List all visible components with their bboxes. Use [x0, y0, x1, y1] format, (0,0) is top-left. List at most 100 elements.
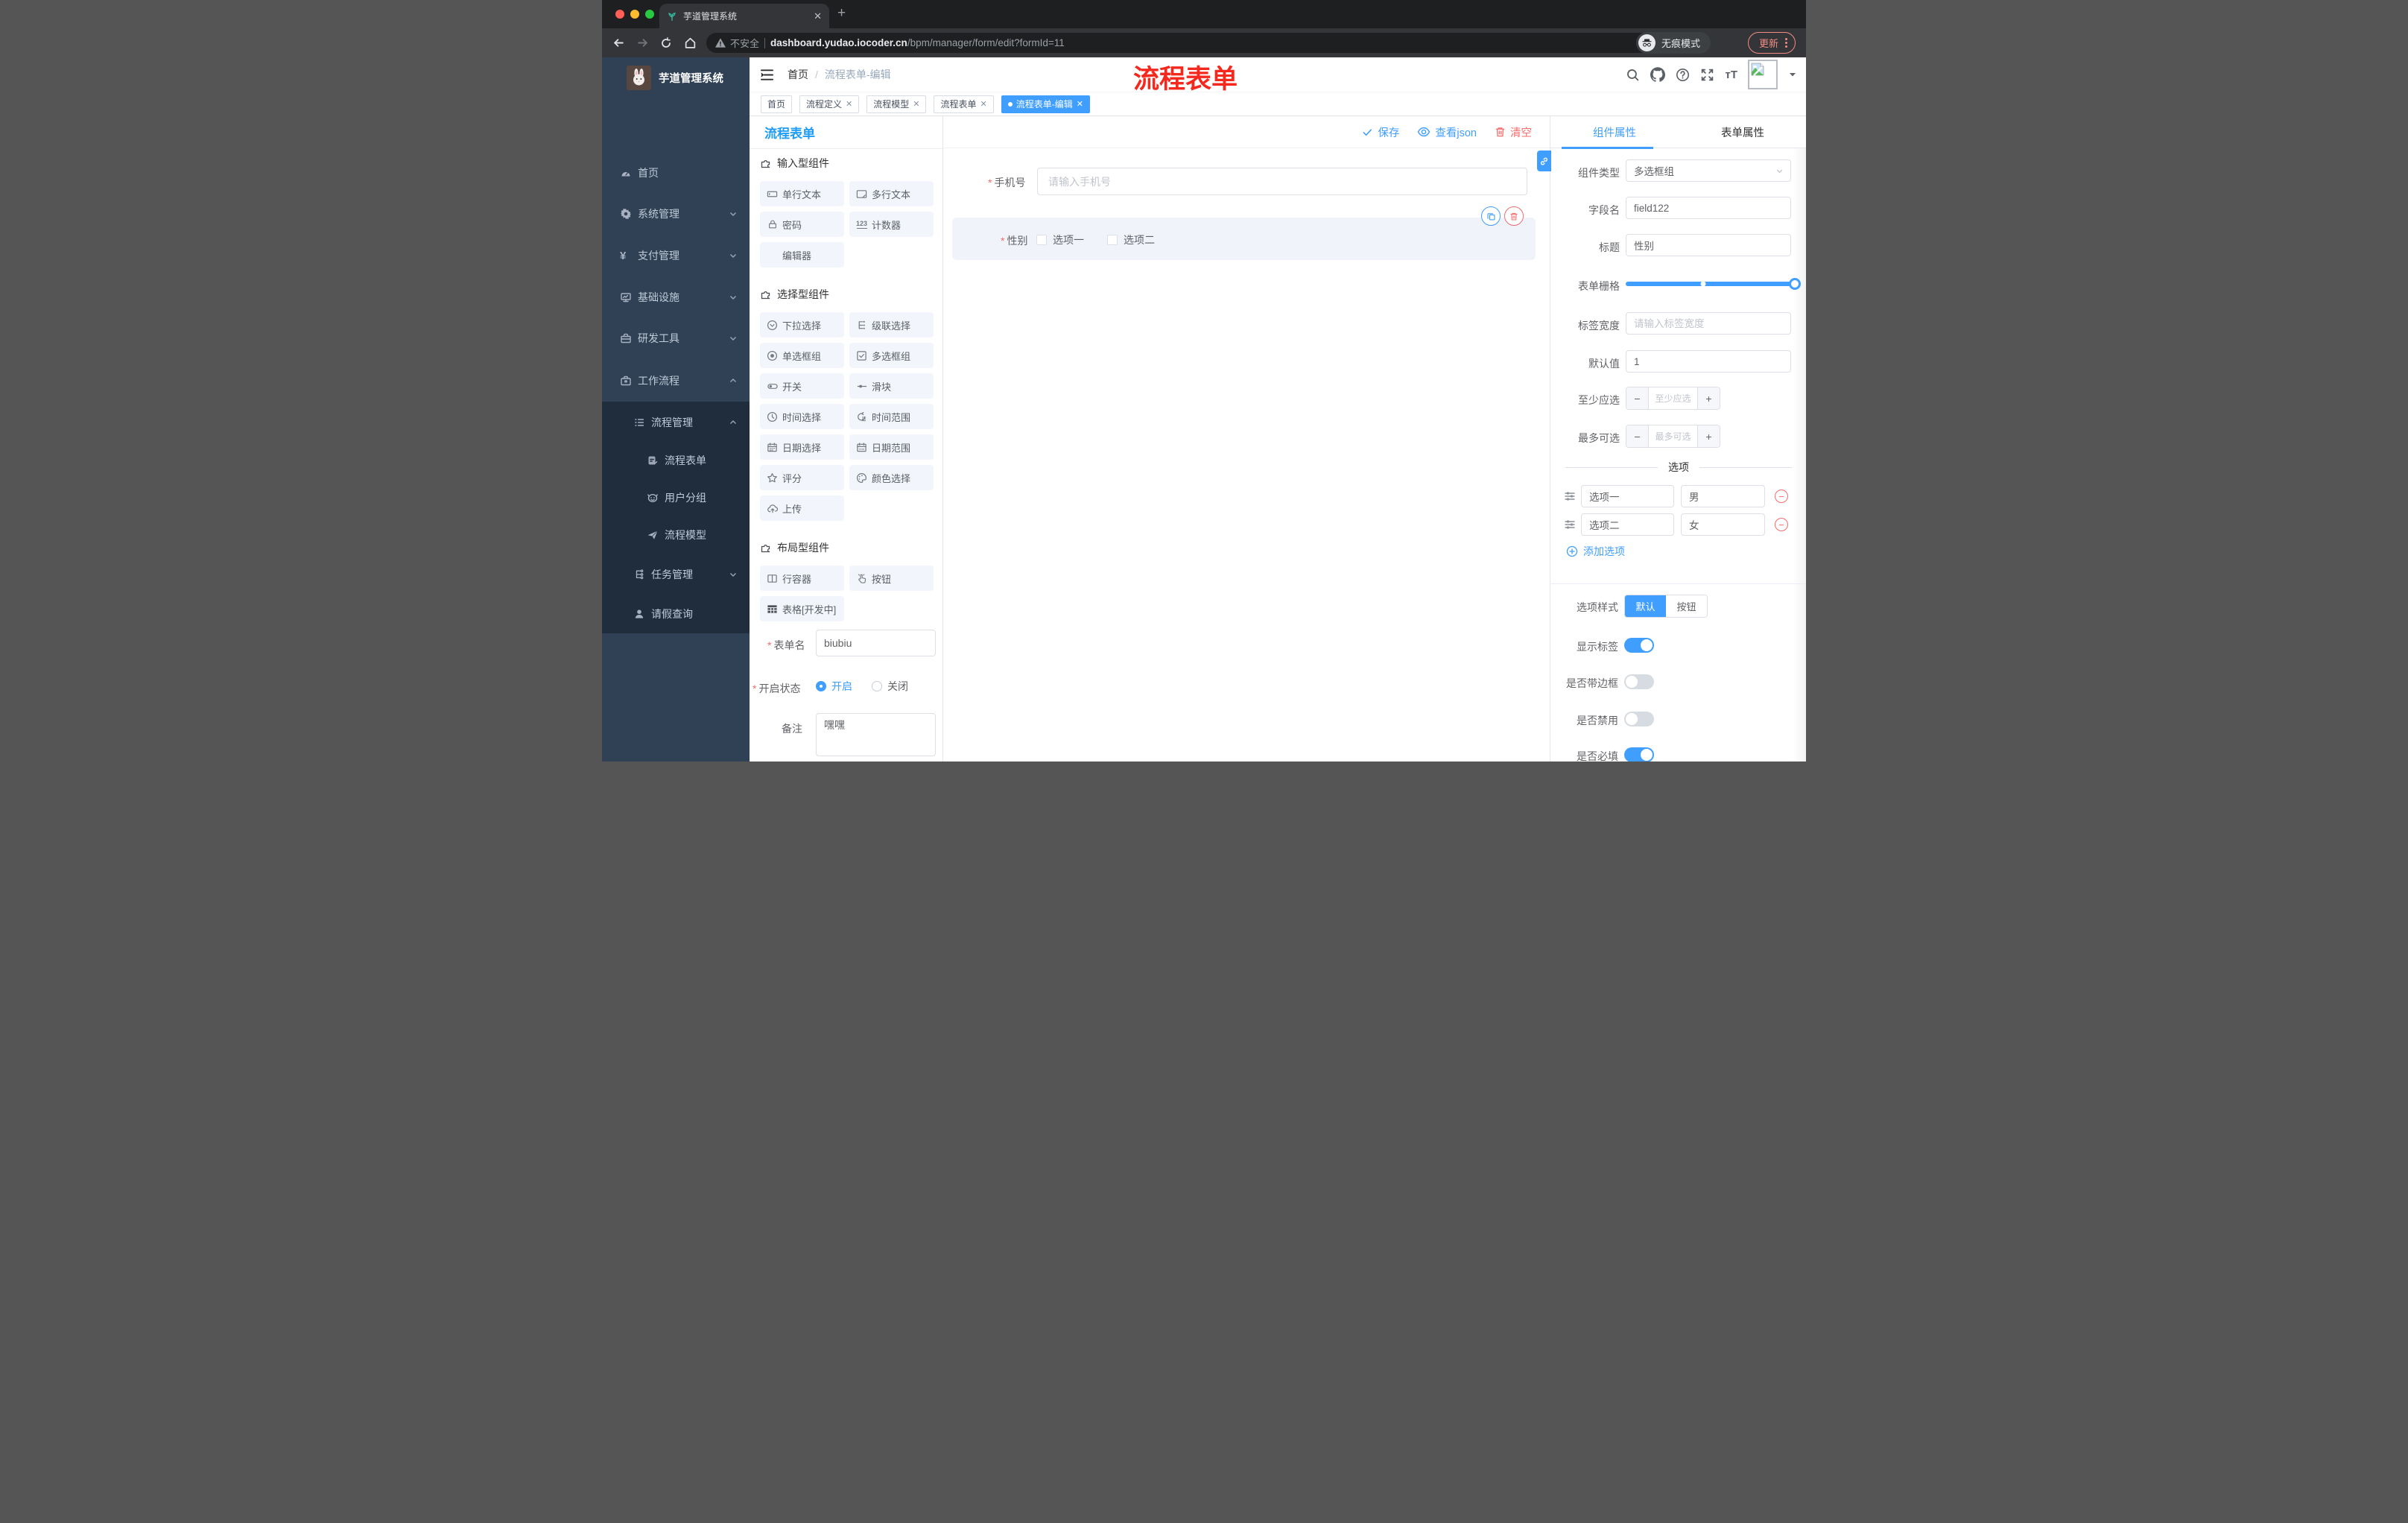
font-size-icon[interactable]: ᴛT	[1725, 69, 1737, 81]
default-value-input[interactable]	[1626, 350, 1791, 373]
tag-process-definition[interactable]: 流程定义 ✕	[799, 95, 860, 113]
border-toggle[interactable]	[1624, 674, 1654, 689]
palette-item-time-range[interactable]: 时间范围	[849, 404, 934, 429]
checkbox-icon[interactable]	[1107, 235, 1118, 245]
copy-component-button[interactable]	[1481, 206, 1501, 226]
home-icon[interactable]	[678, 37, 702, 49]
field-name-input[interactable]	[1626, 197, 1791, 219]
component-type-select[interactable]: 多选框组	[1626, 159, 1791, 182]
slider-handle[interactable]	[1789, 278, 1801, 290]
palette-item-time-picker[interactable]: 时间选择	[760, 404, 844, 429]
remark-textarea[interactable]: 嘿嘿	[816, 713, 936, 756]
phone-input[interactable]	[1037, 168, 1527, 195]
breadcrumb-home[interactable]: 首页	[788, 67, 808, 82]
status-radio-on[interactable]: 开启	[816, 679, 852, 694]
sidebar-item-process-model[interactable]: 流程模型	[602, 516, 750, 554]
tag-process-model[interactable]: 流程模型 ✕	[866, 95, 927, 113]
gender-option-1[interactable]: 选项一	[1036, 232, 1084, 247]
show-label-toggle[interactable]	[1624, 638, 1654, 653]
option-style-button[interactable]: 按钮	[1666, 595, 1707, 617]
sidebar-item-task-management[interactable]: 任务管理	[602, 556, 750, 593]
palette-item-button[interactable]: 按钮	[849, 566, 934, 591]
palette-item-upload[interactable]: 上传	[760, 495, 844, 521]
min-select-input[interactable]	[1648, 387, 1698, 409]
palette-item-radio-group[interactable]: 单选框组	[760, 343, 844, 368]
palette-item-counter[interactable]: 123 计数器	[849, 212, 934, 237]
avatar[interactable]	[1748, 60, 1778, 89]
palette-item-color-picker[interactable]: 颜色选择	[849, 465, 934, 490]
form-grid-slider[interactable]	[1626, 278, 1801, 290]
palette-item-checkbox-group[interactable]: 多选框组	[849, 343, 934, 368]
sidebar-item-dev-tools[interactable]: 研发工具	[602, 320, 750, 357]
not-secure-badge[interactable]: 不安全	[715, 36, 759, 50]
new-tab-button[interactable]: +	[837, 6, 846, 21]
tab-form-props[interactable]: 表单属性	[1679, 116, 1806, 148]
avatar-caret-icon[interactable]	[1788, 70, 1797, 79]
window-close-button[interactable]	[615, 10, 624, 19]
label-width-input[interactable]	[1626, 312, 1791, 335]
reload-icon[interactable]	[654, 37, 678, 49]
tag-home[interactable]: 首页	[761, 95, 793, 113]
browser-menu-icon[interactable]	[1785, 38, 1787, 48]
search-icon[interactable]	[1626, 68, 1640, 82]
remove-option-button[interactable]: −	[1775, 518, 1788, 531]
increment-button[interactable]: +	[1698, 387, 1720, 409]
tag-process-form[interactable]: 流程表单 ✕	[934, 95, 994, 113]
palette-item-slider[interactable]: 滑块	[849, 373, 934, 399]
tab-close-icon[interactable]: ✕	[814, 10, 822, 22]
option-label-input[interactable]	[1581, 513, 1674, 536]
save-button[interactable]: 保存	[1362, 124, 1399, 140]
delete-component-button[interactable]	[1504, 206, 1524, 226]
drag-handle-icon[interactable]	[1564, 519, 1576, 531]
option-label-input[interactable]	[1581, 485, 1674, 507]
palette-item-table[interactable]: 表格[开发中]	[760, 596, 844, 621]
palette-item-multi-line-text[interactable]: 多行文本	[849, 181, 934, 206]
option-style-default[interactable]: 默认	[1625, 595, 1666, 617]
palette-item-date-range[interactable]: 日期范围	[849, 434, 934, 460]
tag-close-icon[interactable]: ✕	[980, 99, 987, 109]
form-name-input[interactable]	[816, 630, 936, 656]
sidebar-item-infrastructure[interactable]: 基础设施	[602, 279, 750, 316]
sidebar-item-home[interactable]: 首页	[602, 154, 750, 191]
browser-update-button[interactable]: 更新	[1747, 32, 1796, 54]
radio-selected-icon[interactable]	[816, 681, 826, 691]
sidebar-item-process-management[interactable]: 流程管理	[602, 404, 750, 441]
disabled-toggle[interactable]	[1624, 712, 1654, 726]
tab-component-props[interactable]: 组件属性	[1550, 116, 1679, 148]
forward-icon[interactable]	[630, 37, 654, 49]
github-icon[interactable]	[1650, 67, 1666, 82]
gender-option-2[interactable]: 选项二	[1107, 232, 1155, 247]
sidebar-item-system[interactable]: 系统管理	[602, 195, 750, 232]
palette-item-switch[interactable]: 开关	[760, 373, 844, 399]
clear-button[interactable]: 清空	[1495, 124, 1532, 140]
sidebar-item-leave-query[interactable]: 请假查询	[602, 595, 750, 633]
increment-button[interactable]: +	[1698, 425, 1720, 447]
tag-close-icon[interactable]: ✕	[1077, 99, 1083, 109]
fullscreen-icon[interactable]	[1700, 68, 1714, 82]
title-input[interactable]	[1626, 234, 1791, 256]
tag-close-icon[interactable]: ✕	[913, 99, 919, 109]
sidebar-item-workflow[interactable]: 工作流程	[602, 362, 750, 399]
decrement-button[interactable]: −	[1626, 425, 1648, 447]
palette-item-password[interactable]: 密码	[760, 212, 844, 237]
checkbox-icon[interactable]	[1036, 235, 1047, 245]
sidebar-item-payment[interactable]: ¥ 支付管理	[602, 237, 750, 274]
tag-close-icon[interactable]: ✕	[846, 99, 852, 109]
palette-item-cascader[interactable]: 级联选择	[849, 312, 934, 338]
link-drawer-tab[interactable]	[1537, 151, 1551, 171]
tag-process-form-edit[interactable]: 流程表单-编辑 ✕	[1001, 95, 1090, 113]
palette-item-editor[interactable]: 编辑器	[760, 242, 844, 267]
decrement-button[interactable]: −	[1626, 387, 1648, 409]
back-icon[interactable]	[606, 37, 630, 49]
window-zoom-button[interactable]	[645, 10, 654, 19]
window-minimize-button[interactable]	[630, 10, 639, 19]
drag-handle-icon[interactable]	[1564, 490, 1576, 502]
palette-item-rate[interactable]: 评分	[760, 465, 844, 490]
collapse-sidebar-icon[interactable]	[760, 69, 774, 81]
sidebar-item-user-groups[interactable]: 用户分组	[602, 479, 750, 516]
palette-item-dropdown[interactable]: 下拉选择	[760, 312, 844, 338]
palette-item-single-line-text[interactable]: 单行文本	[760, 181, 844, 206]
sidebar-item-process-form[interactable]: 流程表单	[602, 442, 750, 479]
radio-unselected-icon[interactable]	[872, 681, 882, 691]
required-toggle[interactable]	[1624, 747, 1654, 762]
